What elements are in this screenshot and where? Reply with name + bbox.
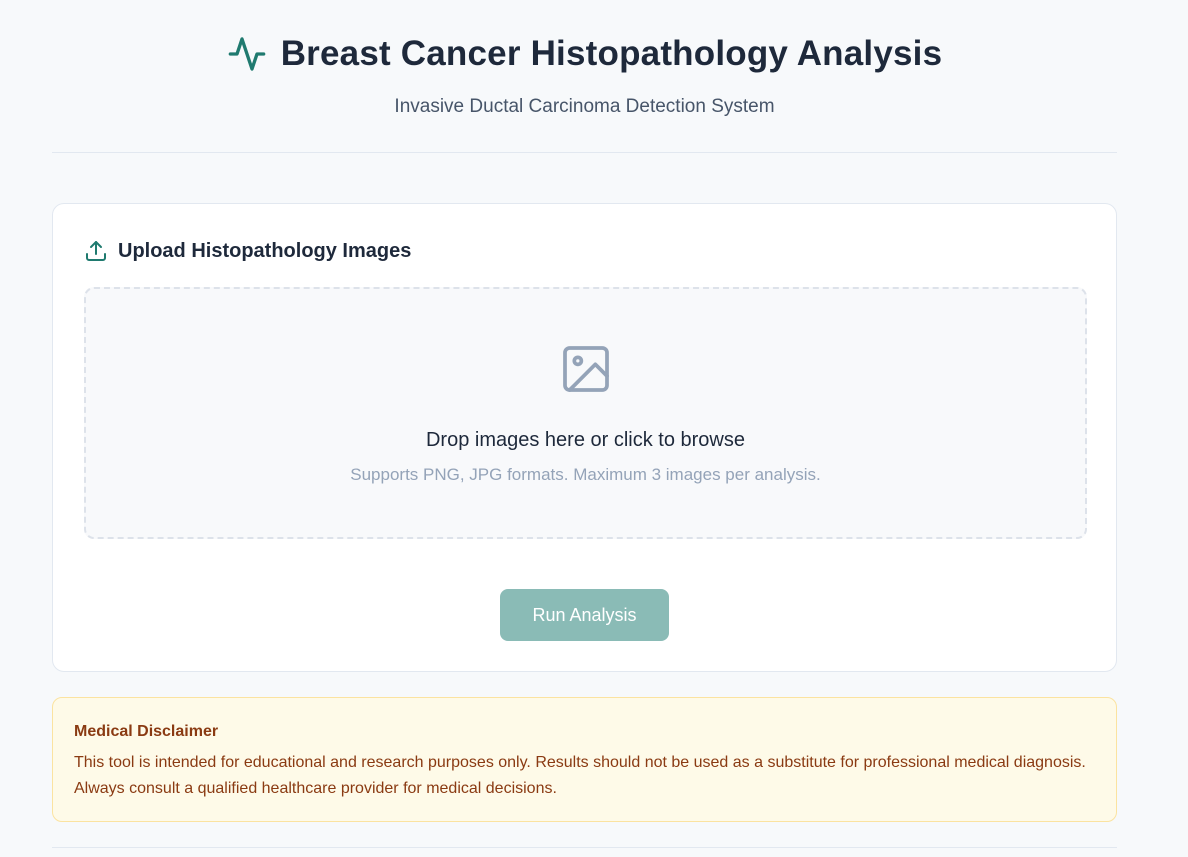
dropzone-hint: Supports PNG, JPG formats. Maximum 3 ima… [350,465,821,484]
footer-divider [52,847,1117,848]
page-header: Breast Cancer Histopathology Analysis In… [52,0,1117,153]
disclaimer-title: Medical Disclaimer [74,723,219,740]
page-subtitle: Invasive Ductal Carcinoma Detection Syst… [394,96,775,117]
run-analysis-button[interactable]: Run Analysis [500,589,669,641]
page-title: Breast Cancer Histopathology Analysis [280,34,943,73]
page: Breast Cancer Histopathology Analysis In… [0,0,1188,857]
upload-card-title: Upload Histopathology Images [118,240,412,262]
dropzone-title: Drop images here or click to browse [425,429,745,451]
image-icon [558,341,614,397]
title-row: Breast Cancer Histopathology Analysis [52,32,1117,76]
image-dropzone[interactable]: Drop images here or click to browse Supp… [84,287,1087,539]
activity-pulse-icon [227,34,267,74]
upload-card-header: Upload Histopathology Images [84,238,411,264]
upload-icon [84,239,108,263]
disclaimer-text: This tool is intended for educational an… [74,754,1086,797]
medical-disclaimer: Medical Disclaimer This tool is intended… [52,697,1117,822]
upload-card: Upload Histopathology Images Drop images… [52,203,1117,672]
